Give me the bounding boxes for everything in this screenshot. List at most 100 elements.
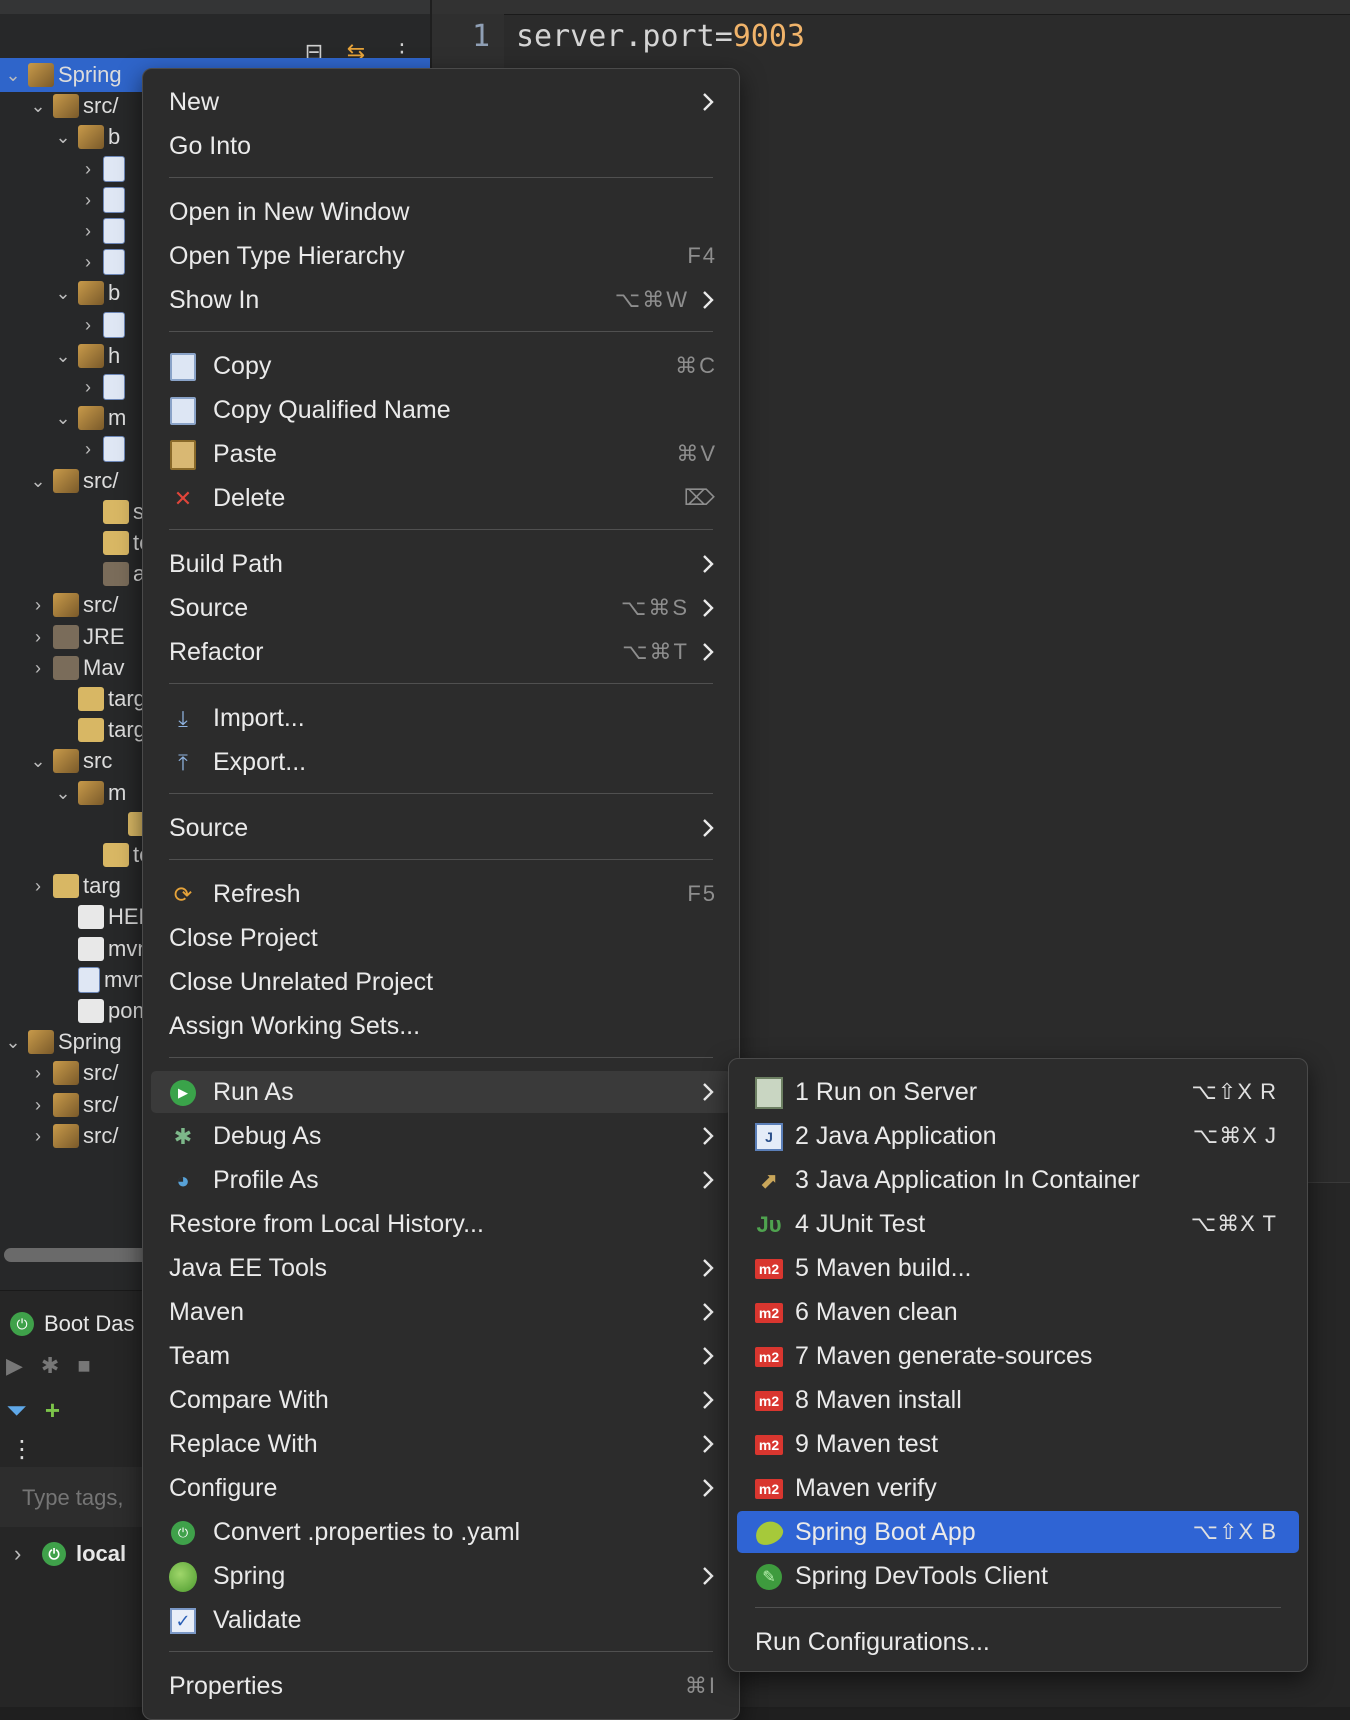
chevron-right-icon[interactable]: › — [27, 658, 49, 679]
pkg-icon — [78, 406, 104, 430]
tree-row-label: src/ — [83, 1060, 119, 1085]
menu-item-open-in-new-window[interactable]: Open in New Window — [151, 191, 731, 233]
chevron-right-icon[interactable]: › — [27, 595, 49, 616]
chevron-right-icon — [703, 819, 714, 837]
menu-item-go-into[interactable]: Go Into — [151, 125, 731, 167]
menu-item-source-submenu[interactable]: Source — [151, 807, 731, 849]
menu-item-delete[interactable]: ✕ Delete ⌦ — [151, 477, 731, 519]
chevron-right-icon[interactable]: › — [27, 627, 49, 648]
menu-item-copy-qualified-name[interactable]: Copy Qualified Name — [151, 389, 731, 431]
pkg-icon — [53, 94, 79, 118]
chevron-down-icon[interactable]: ⌄ — [52, 346, 74, 367]
boot-dashboard-tab[interactable]: ⏻ Boot Das — [10, 1311, 135, 1337]
chevron-down-icon[interactable]: ⌄ — [27, 471, 49, 492]
run-as-java-application-in-container[interactable]: ⬈ 3 Java Application In Container — [737, 1159, 1299, 1201]
chevron-down-icon[interactable]: ⌄ — [52, 127, 74, 148]
chevron-down-icon[interactable]: ⌄ — [52, 283, 74, 304]
folder-icon — [103, 500, 129, 524]
menu-item-label: 2 Java Application — [795, 1121, 997, 1150]
menu-item-export[interactable]: ⤒ Export... — [151, 741, 731, 783]
menu-item-new[interactable]: New — [151, 81, 731, 123]
line-number: 1 — [471, 18, 490, 54]
run-as-maven-install[interactable]: m2 8 Maven install — [737, 1379, 1299, 1421]
run-as-spring-devtools-client[interactable]: ✎ Spring DevTools Client — [737, 1555, 1299, 1597]
menu-item-run-as[interactable]: ▶ Run As — [151, 1071, 731, 1113]
menu-item-close-unrelated-project[interactable]: Close Unrelated Project — [151, 961, 731, 1003]
chevron-down-icon[interactable]: ⌄ — [52, 408, 74, 429]
filter-icon[interactable]: ⏷ — [6, 1395, 27, 1427]
chevron-right-icon[interactable]: › — [27, 1126, 49, 1147]
menu-item-label: Spring — [213, 1561, 286, 1590]
run-as-maven-build[interactable]: m2 5 Maven build... — [737, 1247, 1299, 1289]
menu-item-copy[interactable]: Copy ⌘C — [151, 345, 731, 387]
menu-item-show-in[interactable]: Show In ⌥⌘W — [151, 279, 731, 321]
run-as-maven-test[interactable]: m2 9 Maven test — [737, 1423, 1299, 1465]
chevron-down-icon[interactable]: ⌄ — [2, 1032, 24, 1053]
stop-icon[interactable]: ■ — [77, 1353, 90, 1387]
chevron-right-icon[interactable]: › — [77, 439, 99, 460]
start-icon[interactable]: ▶ — [6, 1353, 23, 1387]
menu-item-label: Open in New Window — [169, 197, 410, 226]
chevron-right-icon[interactable]: › — [77, 159, 99, 180]
menu-item-paste[interactable]: Paste ⌘V — [151, 433, 731, 475]
boot-local-node[interactable]: › ⏻ local — [14, 1541, 126, 1567]
run-as-run-on-server[interactable]: 1 Run on Server ⌥⇧X R — [737, 1071, 1299, 1113]
chevron-right-icon[interactable]: › — [27, 1063, 49, 1084]
chevron-down-icon[interactable]: ⌄ — [27, 751, 49, 772]
run-as-junit-test[interactable]: Jυ 4 JUnit Test ⌥⌘X T — [737, 1203, 1299, 1245]
chevron-right-icon[interactable]: › — [77, 315, 99, 336]
chevron-right-icon[interactable]: › — [77, 377, 99, 398]
menu-item-refresh[interactable]: ⟳ Refresh F5 — [151, 873, 731, 915]
debug-icon[interactable]: ✱ — [41, 1353, 59, 1387]
menu-item-source[interactable]: Source ⌥⌘S — [151, 587, 731, 629]
shortcut-label: ⌥⇧X B — [1192, 1519, 1277, 1544]
run-as-java-application[interactable]: J 2 Java Application ⌥⌘X J — [737, 1115, 1299, 1157]
maven-icon: m2 — [755, 1431, 783, 1459]
chevron-right-icon[interactable]: › — [77, 190, 99, 211]
boot-more-icon[interactable]: ⋮ — [10, 1435, 34, 1464]
chevron-right-icon[interactable]: › — [14, 1541, 36, 1567]
menu-item-refactor[interactable]: Refactor ⌥⌘T — [151, 631, 731, 673]
menu-item-validate[interactable]: ✓ Validate — [151, 1599, 731, 1641]
menu-item-java-ee-tools[interactable]: Java EE Tools — [151, 1247, 731, 1289]
chevron-right-icon[interactable]: › — [27, 876, 49, 897]
menu-item-compare-with[interactable]: Compare With — [151, 1379, 731, 1421]
menu-item-profile-as[interactable]: ◕ Profile As — [151, 1159, 731, 1201]
menu-item-configure[interactable]: Configure — [151, 1467, 731, 1509]
menu-item-replace-with[interactable]: Replace With — [151, 1423, 731, 1465]
chevron-down-icon[interactable]: ⌄ — [27, 96, 49, 117]
chevron-right-icon[interactable]: › — [27, 1095, 49, 1116]
menu-item-import[interactable]: ⤓ Import... — [151, 697, 731, 739]
menu-item-label: Export... — [213, 747, 307, 776]
run-as-submenu: 1 Run on Server ⌥⇧X R J 2 Java Applicati… — [728, 1058, 1308, 1672]
maven-icon: m2 — [755, 1387, 783, 1415]
menu-item-label: Build Path — [169, 549, 283, 578]
menu-item-spring[interactable]: Spring — [151, 1555, 731, 1597]
menu-item-restore-local-history[interactable]: Restore from Local History... — [151, 1203, 731, 1245]
menu-item-label: Assign Working Sets... — [169, 1011, 421, 1040]
menu-item-label: Open Type Hierarchy — [169, 241, 405, 270]
menu-item-assign-working-sets[interactable]: Assign Working Sets... — [151, 1005, 731, 1047]
copy-icon — [169, 353, 197, 381]
menu-item-close-project[interactable]: Close Project — [151, 917, 731, 959]
chevron-down-icon[interactable]: ⌄ — [2, 65, 24, 86]
menu-item-convert-properties[interactable]: ⏻ Convert .properties to .yaml — [151, 1511, 731, 1553]
menu-item-team[interactable]: Team — [151, 1335, 731, 1377]
add-icon[interactable]: + — [45, 1395, 60, 1427]
run-as-maven-clean[interactable]: m2 6 Maven clean — [737, 1291, 1299, 1333]
chevron-right-icon[interactable]: › — [77, 252, 99, 273]
menu-item-maven[interactable]: Maven — [151, 1291, 731, 1333]
run-as-maven-verify[interactable]: m2 Maven verify — [737, 1467, 1299, 1509]
menu-item-build-path[interactable]: Build Path — [151, 543, 731, 585]
run-as-spring-boot-app[interactable]: Spring Boot App ⌥⇧X B — [737, 1511, 1299, 1553]
run-configurations[interactable]: Run Configurations... — [737, 1621, 1299, 1663]
menu-separator — [169, 331, 713, 332]
chevron-down-icon[interactable]: ⌄ — [52, 783, 74, 804]
editor-line-1[interactable]: 1 server.port = 9003 — [432, 16, 1350, 56]
chevron-right-icon[interactable]: › — [77, 221, 99, 242]
run-as-maven-generate-sources[interactable]: m2 7 Maven generate-sources — [737, 1335, 1299, 1377]
shortcut-label: ⌥⇧X R — [1191, 1079, 1277, 1104]
menu-item-open-type-hierarchy[interactable]: Open Type Hierarchy F4 — [151, 235, 731, 277]
menu-item-properties[interactable]: Properties ⌘I — [151, 1665, 731, 1707]
menu-item-debug-as[interactable]: ✱ Debug As — [151, 1115, 731, 1157]
